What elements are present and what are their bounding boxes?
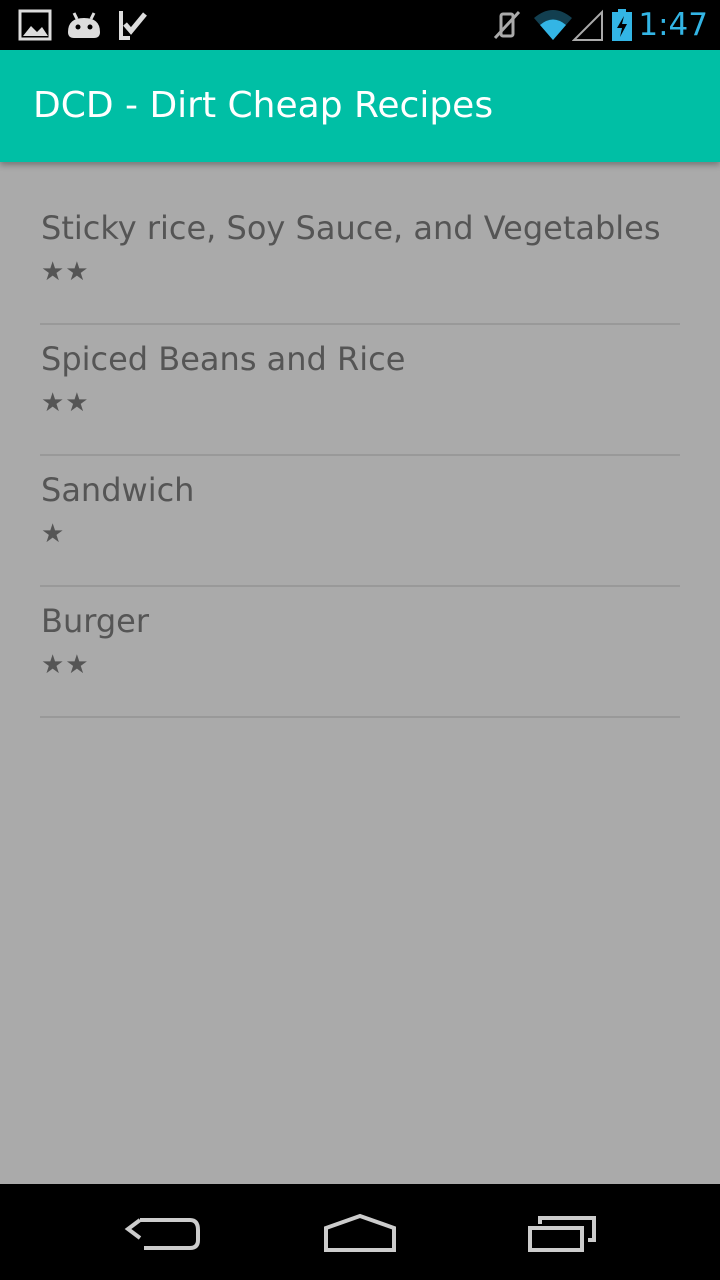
status-bar: 1:47 bbox=[0, 0, 720, 50]
recipe-name: Sandwich bbox=[41, 471, 195, 509]
signal-icon bbox=[572, 9, 603, 41]
list-item[interactable]: Spiced Beans and Rice ★★ bbox=[40, 325, 680, 456]
wifi-icon bbox=[534, 10, 572, 40]
recipe-name: Burger bbox=[41, 602, 149, 640]
recipe-name: Spiced Beans and Rice bbox=[41, 340, 406, 378]
recents-icon[interactable] bbox=[510, 1198, 610, 1266]
list-item[interactable]: Sandwich ★ bbox=[40, 456, 680, 587]
recipe-name: Sticky rice, Soy Sauce, and Vegetables bbox=[41, 209, 661, 247]
checkmark-icon bbox=[119, 11, 147, 40]
list-item[interactable]: Burger ★★ bbox=[40, 587, 680, 718]
star-rating: ★★ bbox=[41, 257, 90, 287]
navigation-bar bbox=[0, 1184, 720, 1280]
gallery-icon bbox=[18, 9, 52, 41]
clock-time: 1:47 bbox=[638, 7, 708, 43]
home-icon[interactable] bbox=[310, 1198, 410, 1266]
star-rating: ★★ bbox=[41, 650, 90, 680]
recipe-list-screen: Sticky rice, Soy Sauce, and Vegetables ★… bbox=[0, 162, 720, 1184]
android-icon bbox=[68, 12, 100, 38]
recipe-list: Sticky rice, Soy Sauce, and Vegetables ★… bbox=[40, 194, 680, 718]
app-bar: DCD - Dirt Cheap Recipes bbox=[0, 50, 720, 162]
battery-charging-icon bbox=[612, 9, 632, 41]
back-icon[interactable] bbox=[110, 1198, 210, 1266]
app-title: DCD - Dirt Cheap Recipes bbox=[33, 85, 494, 126]
vibrate-off-icon bbox=[493, 10, 521, 40]
star-rating: ★ bbox=[41, 519, 66, 549]
star-rating: ★★ bbox=[41, 388, 90, 418]
list-item[interactable]: Sticky rice, Soy Sauce, and Vegetables ★… bbox=[40, 194, 680, 325]
